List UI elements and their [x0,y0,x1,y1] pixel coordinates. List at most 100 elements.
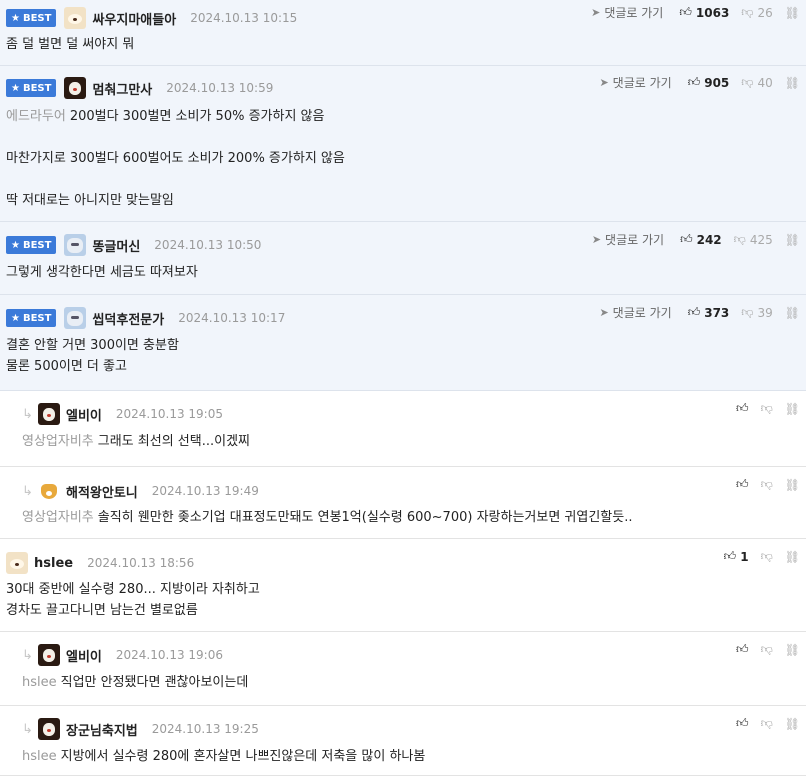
upvote-button[interactable]: 👍︎ 905 [688,75,730,90]
best-comment: ★ BEST 싸우지마애들아 2024.10.13 10:15 ➤ 댓글로 가기 👍︎ 106… [0,0,806,66]
comment-text-line: 30대 중반에 실수령 280... 지방이라 자취하고 [6,579,796,600]
dog-avatar[interactable] [38,644,60,666]
link-icon[interactable]: ⛓︎ [785,643,800,657]
mention-name[interactable]: hslee [22,675,57,690]
goto-comment-label: 댓글로 가기 [604,6,664,20]
mention-name[interactable]: 에드라두어 [6,109,66,124]
link-icon[interactable]: ⛓︎ [785,717,800,731]
comment-text-line: 경차도 끌고다니면 남는건 별로없름 [6,600,796,621]
downvote-button[interactable]: 👎︎ [761,549,773,564]
cat-avatar[interactable] [64,307,87,329]
star-icon: ★ [11,312,20,324]
downvote-button[interactable]: 👎︎ [761,642,773,657]
mention-name[interactable]: 영상업자비추 [22,510,94,525]
reply-arrow-icon: ↳ [22,483,33,499]
comment-body: 영상업자비추 그래도 최선의 선택...이겠찌 [22,431,796,452]
timestamp: 2024.10.13 10:17 [178,311,286,325]
comment-text: 경차도 끌고다니면 남는건 별로없름 [6,603,198,618]
link-icon[interactable]: ⛓︎ [785,402,800,416]
downvote-button[interactable]: 👎︎ [761,401,773,416]
comment-meta: hslee 2024.10.13 18:56 [6,552,194,574]
reply-arrow-icon: ↳ [22,406,33,422]
reply-comment: ↳ 해적왕안토니 2024.10.13 19:49 👍︎ 👎︎ ⛓︎ 영상업자비추 솔직히 웬… [0,467,806,539]
link-icon[interactable]: ⛓︎ [785,550,800,564]
reply-comment: ↳ 엘비이 2024.10.13 19:05 👍︎ 👎︎ ⛓︎ 영상업자비추 그래도 최선의 … [0,391,806,467]
best-comment: ★ BEST 멈춰그만사 2024.10.13 10:59 ➤ 댓글로 가기 👍︎ 905 👎︎… [0,66,806,222]
thumbs-down-icon: 👎︎ [760,477,773,491]
goto-comment-link[interactable]: ➤ 댓글로 가기 [599,74,671,91]
send-icon: ➤ [599,76,609,89]
nickname[interactable]: 해적왕안토니 [66,482,138,501]
nickname[interactable]: 엘비이 [66,646,102,665]
comment-text-line [6,169,796,190]
downvote-button[interactable]: 👎︎ 39 [741,305,772,320]
comment-body: hslee 지방에서 실수령 280에 혼자살면 나쁘진않은데 저축을 많이 하나… [22,746,796,767]
downvote-button[interactable]: 👎︎ 425 [734,232,773,247]
mention-name[interactable]: 영상업자비추 [22,434,94,449]
upvote-button[interactable]: 👍︎ [736,477,749,492]
best-badge-label: BEST [22,82,52,94]
downvote-button[interactable]: 👎︎ 26 [741,5,772,20]
upvote-button[interactable]: 👍︎ [736,642,749,657]
downvote-button[interactable]: 👎︎ [761,716,773,731]
nickname[interactable]: 씹덕후전문가 [92,309,164,328]
dog-avatar[interactable] [64,77,87,99]
upvote-button[interactable]: 👍︎ 242 [680,232,722,247]
upvote-count: 1063 [695,5,730,20]
goto-comment-link[interactable]: ➤ 댓글로 가기 [592,231,664,248]
timestamp: 2024.10.13 18:56 [87,556,195,570]
link-icon[interactable]: ⛓︎ [785,478,800,492]
goto-comment-link[interactable]: ➤ 댓글로 가기 [599,304,671,321]
comment-actions: 👍︎ 1 👎︎ ⛓︎ [724,549,800,564]
downvote-button[interactable]: 👎︎ 40 [741,75,772,90]
pomeranian-avatar[interactable] [64,7,87,29]
nickname[interactable]: 멈춰그만사 [92,79,152,98]
comment-text: 결혼 안할 거면 300이면 충분함 [6,338,179,353]
link-icon[interactable]: ⛓︎ [785,76,800,90]
dog-avatar[interactable] [38,403,60,425]
upvote-button[interactable]: 👍︎ [736,401,749,416]
thumbs-down-icon: 👎︎ [733,232,746,246]
nickname[interactable]: 장군님축지법 [66,720,138,739]
link-icon[interactable]: ⛓︎ [785,6,800,20]
goto-comment-label: 댓글로 가기 [612,76,672,90]
nickname[interactable]: 엘비이 [66,405,102,424]
timestamp: 2024.10.13 10:15 [190,11,298,25]
comment-text: 마찬가지로 300벌다 600벌어도 소비가 200% 증가하지 않음 [6,151,345,166]
upvote-button[interactable]: 👍︎ 373 [688,305,730,320]
mention-name[interactable]: hslee [22,749,57,764]
comment-text-line: 영상업자비추 그래도 최선의 선택...이겠찌 [22,431,796,452]
nickname[interactable]: hslee [34,556,73,571]
comment-meta: ★ BEST 씹덕후전문가 2024.10.13 10:17 [6,307,285,329]
link-icon[interactable]: ⛓︎ [785,306,800,320]
upvote-button[interactable]: 👍︎ 1063 [679,5,729,20]
comment-actions: ➤ 댓글로 가기 👍︎ 373 👎︎ 39 ⛓︎ [599,304,800,321]
comment-text: 물론 500이면 더 좋고 [6,359,127,374]
comment-actions: ➤ 댓글로 가기 👍︎ 1063 👎︎ 26 ⛓︎ [591,4,800,21]
comment-actions: ➤ 댓글로 가기 👍︎ 242 👎︎ 425 ⛓︎ [592,231,800,248]
downvote-count: 425 [749,232,773,247]
nickname[interactable]: 똥글머신 [92,236,140,255]
comment-text: 200벌다 300벌면 소비가 50% 증가하지 않음 [69,109,325,124]
best-comment: ★ BEST 똥글머신 2024.10.13 10:50 ➤ 댓글로 가기 👍︎ 242 👎︎ 4… [0,222,806,295]
dog-avatar[interactable] [38,718,60,740]
upvote-button[interactable]: 👍︎ [736,716,749,731]
link-icon[interactable]: ⛓︎ [785,233,800,247]
comment-body: 영상업자비추 솔직히 웬만한 좆소기업 대표정도만돼도 연봉1억(실수령 600~… [22,507,796,528]
comment-actions: 👍︎ 👎︎ ⛓︎ [736,477,800,492]
downvote-button[interactable]: 👎︎ [761,477,773,492]
thumbs-down-icon: 👎︎ [760,401,773,415]
upvote-button[interactable]: 👍︎ 1 [724,549,749,564]
comment-text: 직업만 안정됐다면 괜찮아보이는데 [60,675,249,690]
timestamp: 2024.10.13 19:49 [151,484,259,498]
thumbs-up-icon: 👍︎ [679,5,692,19]
fox-avatar[interactable] [38,480,60,502]
cat-avatar[interactable] [64,234,87,256]
nickname[interactable]: 싸우지마애들아 [92,9,176,28]
best-badge-label: BEST [22,239,52,251]
send-icon: ➤ [591,6,601,19]
timestamp: 2024.10.13 19:06 [115,648,223,662]
pomeranian-avatar[interactable] [6,552,28,574]
comment-list: ★ BEST 싸우지마애들아 2024.10.13 10:15 ➤ 댓글로 가기 👍︎ 106… [0,0,806,776]
goto-comment-link[interactable]: ➤ 댓글로 가기 [591,4,663,21]
